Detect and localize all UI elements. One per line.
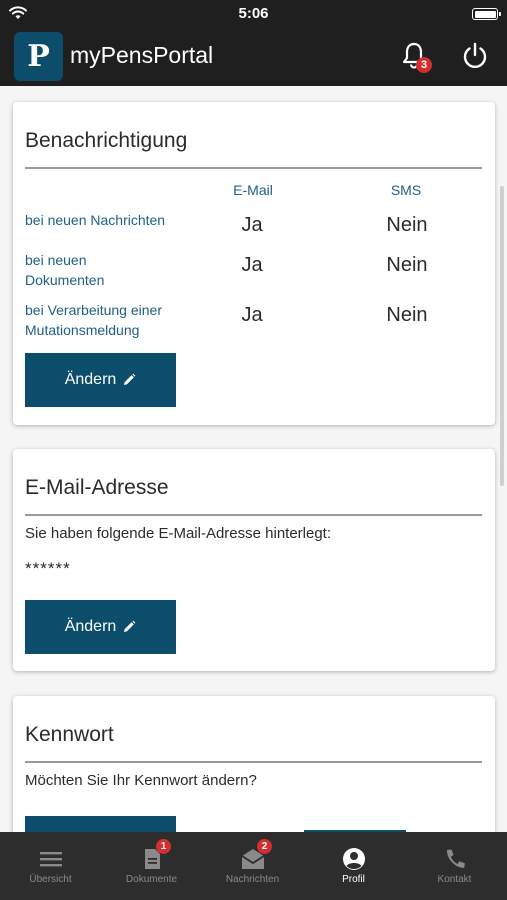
- notifications-card-title: Benachrichtigung: [25, 129, 188, 152]
- email-description: Sie haben folgende E-Mail-Adresse hinter…: [25, 525, 332, 542]
- pencil-icon: [124, 620, 136, 632]
- phone-icon: [446, 849, 465, 868]
- edit-email-button[interactable]: Ändern: [25, 600, 176, 654]
- documents-badge: 1: [156, 839, 171, 854]
- account-icon: [343, 848, 365, 870]
- tab-label: Kontakt: [437, 874, 472, 885]
- row-email-new-messages: Ja: [241, 214, 263, 236]
- row-email-new-documents: Ja: [241, 254, 263, 276]
- tab-nachrichten[interactable]: 2 Nachrichten: [202, 832, 303, 900]
- divider: [25, 761, 482, 763]
- battery-icon: [472, 8, 501, 20]
- email-card: E-Mail-Adresse Sie haben folgende E-Mail…: [13, 449, 495, 671]
- notification-badge: 3: [416, 57, 432, 73]
- row-label-new-documents: bei neuen Dokumenten: [25, 252, 105, 288]
- row-sms-new-messages: Nein: [386, 214, 428, 236]
- email-card-title: E-Mail-Adresse: [25, 476, 169, 499]
- edit-email-label: Ändern: [64, 618, 117, 635]
- tab-label: Profil: [342, 874, 365, 885]
- tab-profil[interactable]: Profil: [303, 832, 404, 900]
- pencil-icon: [124, 373, 136, 385]
- menu-icon: [40, 852, 62, 867]
- divider: [25, 167, 482, 169]
- password-card: Kennwort Möchten Sie Ihr Kennwort ändern…: [13, 696, 495, 832]
- password-card-title: Kennwort: [25, 723, 114, 746]
- row-label-mutation: bei Verarbeitung einer Mutationsmeldung: [25, 302, 162, 338]
- edit-notifications-button[interactable]: Ändern: [25, 353, 176, 407]
- app-header: P myPensPortal 3: [0, 28, 507, 86]
- change-password-button[interactable]: [25, 816, 176, 832]
- column-header-sms: SMS: [390, 182, 422, 198]
- logout-button[interactable]: [460, 41, 490, 71]
- tab-label: Nachrichten: [225, 874, 280, 885]
- password-description: Möchten Sie Ihr Kennwort ändern?: [25, 772, 257, 789]
- app-title: myPensPortal: [70, 42, 214, 68]
- messages-badge: 2: [257, 839, 272, 854]
- divider: [25, 514, 482, 516]
- row-email-mutation: Ja: [241, 304, 263, 326]
- edit-notifications-label: Ändern: [64, 371, 117, 388]
- power-icon: [463, 42, 487, 69]
- notifications-button[interactable]: 3: [400, 41, 434, 75]
- row-label-new-messages: bei neuen Nachrichten: [25, 212, 166, 228]
- tab-uebersicht[interactable]: Übersicht: [0, 832, 101, 900]
- column-header-email: E-Mail: [233, 182, 273, 198]
- tab-label: Übersicht: [29, 874, 72, 885]
- status-time: 5:06: [238, 5, 269, 22]
- masked-email: ******: [25, 559, 71, 578]
- status-bar: 5:06: [0, 0, 507, 28]
- tab-label: Dokumente: [125, 874, 178, 885]
- tab-dokumente[interactable]: 1 Dokumente: [101, 832, 202, 900]
- row-sms-mutation: Nein: [386, 304, 428, 326]
- row-sms-new-documents: Nein: [386, 254, 428, 276]
- scrollbar-thumb[interactable]: [500, 186, 504, 486]
- notifications-card: Benachrichtigung E-Mail SMS bei neuen Na…: [13, 102, 495, 425]
- tab-kontakt[interactable]: Kontakt: [404, 832, 505, 900]
- bottom-tab-bar: Übersicht 1 Dokumente 2 Nachrichten Prof…: [0, 832, 507, 900]
- app-logo: P: [14, 32, 63, 81]
- profile-content[interactable]: Benachrichtigung E-Mail SMS bei neuen Na…: [0, 86, 507, 832]
